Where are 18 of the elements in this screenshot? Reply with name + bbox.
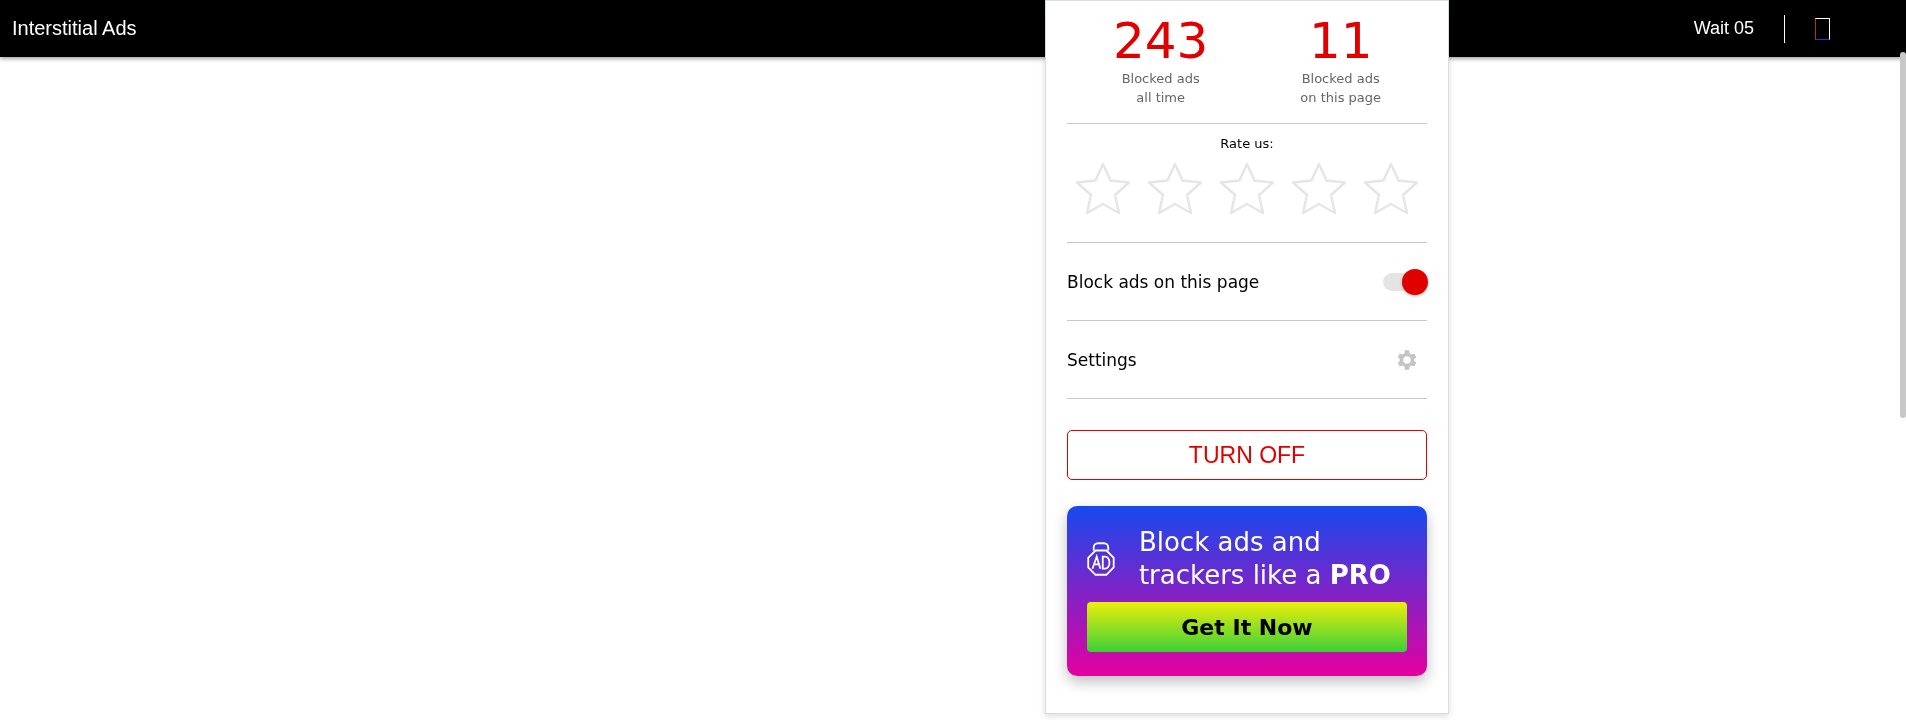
blocked-label: Blocked ads all time (1121, 70, 1200, 107)
block-ads-label: Block ads on this page (1067, 271, 1260, 292)
star-icon[interactable] (1362, 161, 1420, 217)
page-title: Interstitial Ads (12, 17, 137, 40)
scrollbar[interactable] (1900, 52, 1906, 418)
promo-text: Block ads and trackers like a PRO (1138, 526, 1392, 592)
blocked-count: 11 (1308, 13, 1373, 69)
star-icon[interactable] (1218, 161, 1276, 217)
turn-off-button[interactable]: TURN OFF (1067, 430, 1427, 480)
blocked-label: Blocked ads on this page (1300, 70, 1381, 107)
blocked-count: 243 (1112, 13, 1209, 69)
star-icon[interactable] (1146, 161, 1204, 217)
settings-label[interactable]: Settings (1067, 349, 1137, 370)
star-icon[interactable] (1074, 161, 1132, 217)
wait-countdown: Wait 05 (1693, 18, 1754, 39)
star-icon[interactable] (1290, 161, 1348, 217)
get-it-now-button[interactable]: Get It Now (1087, 602, 1407, 652)
rate-label: Rate us: (1220, 136, 1274, 151)
